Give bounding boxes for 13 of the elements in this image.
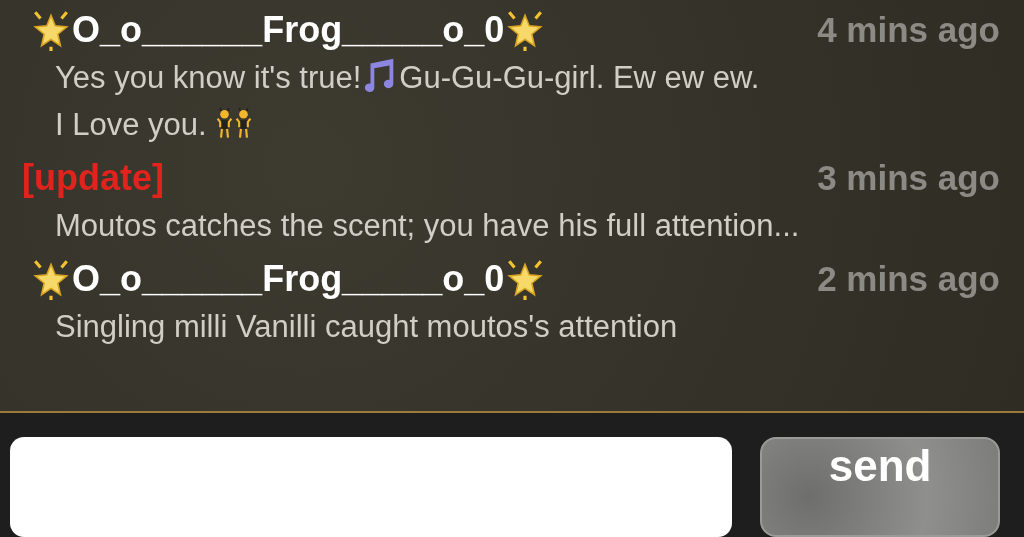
message-text: Moutos catches the scent; you have his full attention... bbox=[55, 208, 800, 243]
timestamp: 4 mins ago bbox=[817, 10, 1000, 50]
message-text: Yes you know it's true! bbox=[55, 60, 362, 95]
timestamp: 3 mins ago bbox=[817, 158, 1000, 198]
message-text: Singling milli Vanilli caught moutos's attention bbox=[55, 309, 678, 344]
send-button[interactable]: send bbox=[760, 437, 1000, 537]
message-text: I Love you. bbox=[55, 107, 208, 142]
message-text: Gu-Gu-Gu-girl. Ew ew ew. bbox=[399, 60, 760, 95]
timestamp: 2 mins ago bbox=[817, 259, 1000, 299]
sender-name: O_o______Frog_____o_0 bbox=[72, 258, 505, 300]
sender-name: O_o______Frog_____o_0 bbox=[72, 9, 505, 51]
sender-name: [update] bbox=[22, 157, 164, 199]
message-input[interactable] bbox=[10, 437, 733, 537]
